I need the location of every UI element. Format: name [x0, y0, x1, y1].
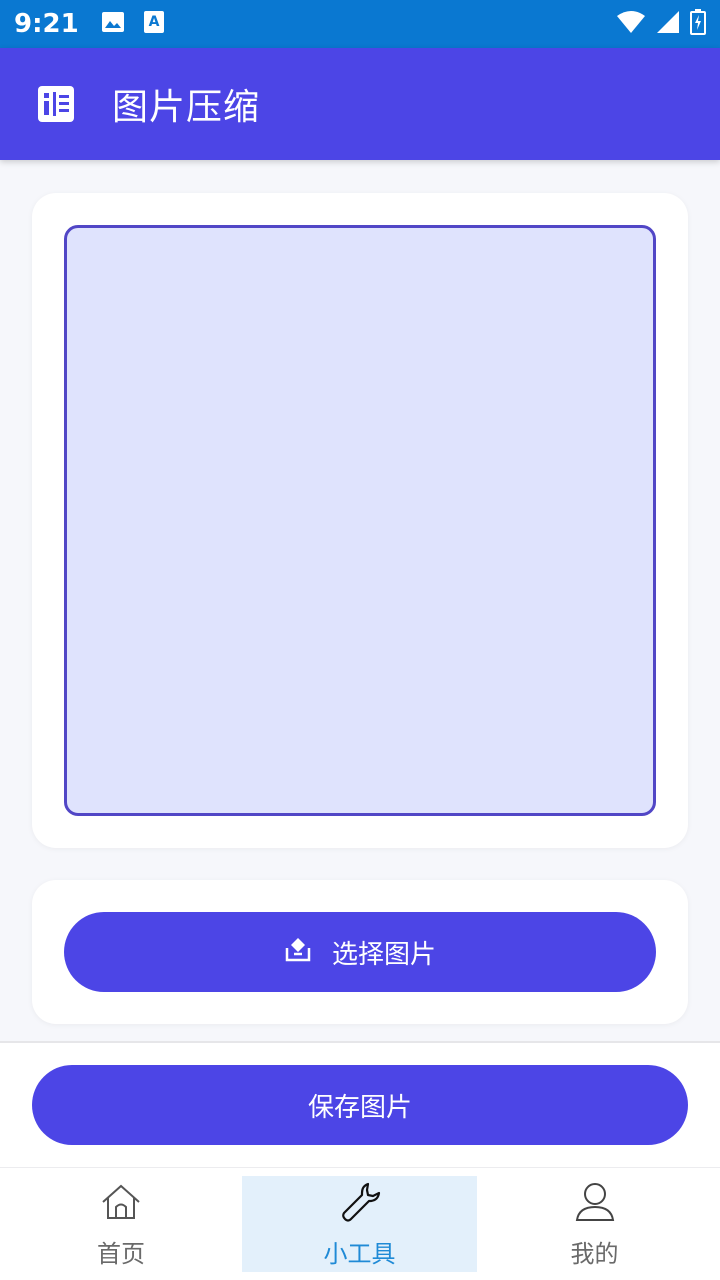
home-icon	[99, 1180, 143, 1234]
text-notification-icon: A	[143, 10, 165, 38]
nav-item-tools[interactable]: 小工具	[242, 1176, 477, 1272]
save-image-label: 保存图片	[307, 1092, 412, 1123]
select-image-button[interactable]: 选择图片	[64, 912, 656, 992]
nav-label-home: 首页	[97, 1239, 145, 1268]
select-image-label: 选择图片	[331, 939, 436, 970]
image-icon	[101, 11, 125, 37]
save-area: 保存图片	[0, 1043, 720, 1167]
app-bar: 图片压缩	[0, 48, 720, 160]
image-preview-card	[32, 193, 688, 848]
page-title: 图片压缩	[112, 87, 261, 128]
user-icon	[573, 1180, 617, 1234]
nav-item-mine[interactable]: 我的	[477, 1168, 712, 1280]
status-bar: 9:21 A	[0, 0, 720, 48]
upload-image-icon	[284, 935, 312, 970]
wrench-icon	[338, 1180, 382, 1234]
battery-charging-icon	[690, 9, 706, 39]
save-image-button[interactable]: 保存图片	[32, 1065, 688, 1145]
svg-text:A: A	[148, 14, 159, 30]
signal-icon	[656, 10, 680, 38]
image-preview-area[interactable]	[64, 225, 656, 816]
list-grid-icon[interactable]	[36, 84, 76, 124]
bottom-navigation: 首页 小工具 我的	[0, 1167, 720, 1280]
nav-item-home[interactable]: 首页	[0, 1168, 242, 1280]
status-time: 9:21	[14, 9, 79, 39]
select-image-card: 选择图片	[32, 880, 688, 1024]
nav-label-mine: 我的	[570, 1239, 619, 1268]
wifi-icon	[616, 10, 646, 38]
nav-label-tools: 小工具	[323, 1239, 396, 1268]
